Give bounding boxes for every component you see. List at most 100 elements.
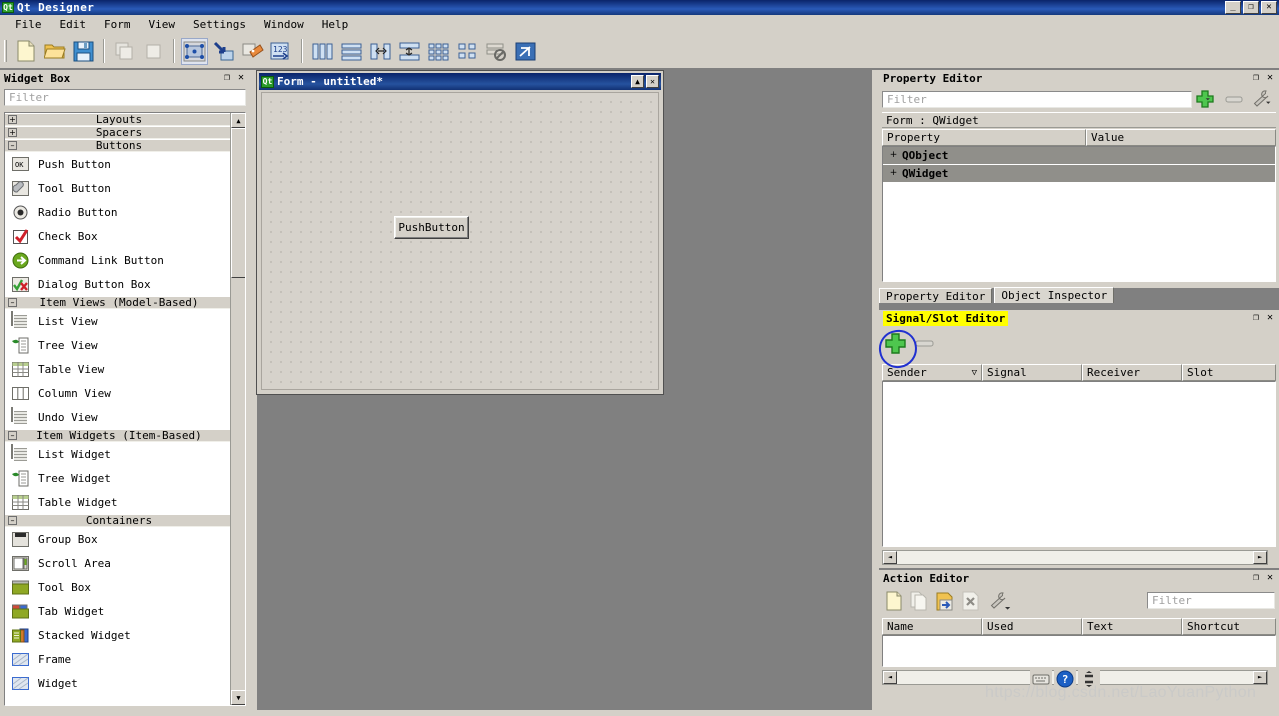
help-icon[interactable]: ?: [1054, 670, 1076, 688]
collapse-icon[interactable]: –: [8, 516, 17, 525]
hscroll-track[interactable]: [897, 551, 1253, 564]
widget-item-tool-box[interactable]: Tool Box: [5, 575, 230, 599]
widget-item-widget[interactable]: Widget: [5, 671, 230, 695]
menu-file[interactable]: File: [6, 16, 51, 33]
signal-slot-table-body[interactable]: [882, 381, 1276, 547]
menu-window[interactable]: Window: [255, 16, 313, 33]
scroll-down-arrow-icon[interactable]: ▼: [231, 690, 245, 705]
restore-button[interactable]: ❐: [1243, 1, 1259, 14]
form-window[interactable]: Qt Form - untitled* ▲ ✕ PushButton: [257, 71, 663, 394]
property-group-row[interactable]: + QWidget: [883, 165, 1275, 183]
layout-splitter-vertical-icon[interactable]: [396, 38, 423, 65]
menu-settings[interactable]: Settings: [184, 16, 255, 33]
slot-column-header[interactable]: Slot: [1182, 364, 1276, 381]
widget-item-command-link-button[interactable]: Command Link Button: [5, 248, 230, 272]
widget-category-item-views[interactable]: – Item Views (Model-Based): [5, 296, 230, 309]
remove-signal-slot-button[interactable]: [911, 333, 939, 353]
action-editor-close-button[interactable]: ✕: [1267, 573, 1273, 583]
scroll-left-arrow-icon[interactable]: ◄: [883, 671, 897, 684]
layout-horizontally-icon[interactable]: [309, 38, 336, 65]
widget-item-tab-widget[interactable]: Tab Widget: [5, 599, 230, 623]
form-pushbutton-widget[interactable]: PushButton: [394, 216, 469, 239]
edit-buddies-icon[interactable]: [239, 38, 266, 65]
edit-widgets-icon[interactable]: [181, 37, 208, 65]
new-form-icon[interactable]: [12, 38, 39, 65]
widget-item-list-view[interactable]: List View: [5, 309, 230, 333]
sender-column-header[interactable]: Sender ▽: [882, 364, 982, 381]
form-close-button[interactable]: ✕: [646, 75, 659, 88]
scroll-left-arrow-icon[interactable]: ◄: [883, 551, 897, 564]
new-action-icon[interactable]: [885, 591, 903, 614]
property-column-header[interactable]: Property: [882, 129, 1086, 146]
name-column-header[interactable]: Name: [882, 618, 982, 635]
property-editor-float-button[interactable]: ❐: [1253, 73, 1259, 83]
signal-slot-hscrollbar[interactable]: ◄ ►: [882, 550, 1268, 565]
menu-edit[interactable]: Edit: [51, 16, 96, 33]
property-editor-close-button[interactable]: ✕: [1267, 73, 1273, 83]
edit-tab-order-icon[interactable]: 123: [268, 38, 295, 65]
layout-grid-icon[interactable]: [425, 38, 452, 65]
widget-item-undo-view[interactable]: Undo View: [5, 405, 230, 429]
tab-object-inspector[interactable]: Object Inspector: [994, 287, 1115, 303]
edit-action-icon[interactable]: [987, 591, 1011, 614]
copy-action-icon[interactable]: [909, 591, 929, 614]
undo-icon[interactable]: [111, 38, 138, 65]
open-form-icon[interactable]: [41, 38, 68, 65]
collapse-icon[interactable]: –: [8, 298, 17, 307]
add-property-button[interactable]: [1192, 89, 1220, 109]
collapse-icon[interactable]: –: [8, 431, 17, 440]
paste-action-icon[interactable]: [935, 591, 955, 614]
widget-category-layouts[interactable]: + Layouts: [5, 113, 230, 126]
expander-icon[interactable]: +: [889, 169, 898, 178]
action-editor-float-button[interactable]: ❐: [1253, 573, 1259, 583]
scrollbar-thumb[interactable]: [231, 128, 245, 278]
widget-item-dialog-button-box[interactable]: Dialog Button Box: [5, 272, 230, 296]
widget-item-radio-button[interactable]: Radio Button: [5, 200, 230, 224]
widget-category-containers[interactable]: – Containers: [5, 514, 230, 527]
expander-icon[interactable]: +: [8, 128, 17, 137]
action-filter-input[interactable]: Filter: [1147, 592, 1275, 609]
expander-icon[interactable]: +: [889, 151, 898, 160]
widget-item-stacked-widget[interactable]: Stacked Widget: [5, 623, 230, 647]
save-form-icon[interactable]: [70, 38, 97, 65]
widget-item-tree-view[interactable]: Tree View: [5, 333, 230, 357]
adjust-size-icon[interactable]: [512, 38, 539, 65]
widget-item-tool-button[interactable]: Tool Button: [5, 176, 230, 200]
expander-icon[interactable]: +: [8, 115, 17, 124]
spinner-icon[interactable]: [1078, 670, 1100, 688]
widget-item-column-view[interactable]: Column View: [5, 381, 230, 405]
keyboard-icon[interactable]: [1030, 670, 1052, 688]
form-maximize-button[interactable]: ▲: [631, 75, 644, 88]
value-column-header[interactable]: Value: [1086, 129, 1276, 146]
menu-view[interactable]: View: [140, 16, 185, 33]
menu-form[interactable]: Form: [95, 16, 140, 33]
widget-item-tree-widget[interactable]: Tree Widget: [5, 466, 230, 490]
signal-slot-close-button[interactable]: ✕: [1267, 313, 1273, 323]
widget-category-spacers[interactable]: + Spacers: [5, 126, 230, 139]
scroll-right-arrow-icon[interactable]: ►: [1253, 551, 1267, 564]
widget-category-item-widgets[interactable]: – Item Widgets (Item-Based): [5, 429, 230, 442]
widget-box-scrollbar[interactable]: ▲ ▼: [230, 113, 245, 705]
action-table-body[interactable]: [882, 635, 1276, 667]
toolbar-grip[interactable]: [4, 40, 7, 62]
layout-splitter-horizontal-icon[interactable]: [367, 38, 394, 65]
property-filter-input[interactable]: Filter: [882, 90, 1192, 108]
add-signal-slot-button[interactable]: [883, 333, 911, 354]
scroll-right-arrow-icon[interactable]: ►: [1253, 671, 1267, 684]
signal-slot-float-button[interactable]: ❐: [1253, 313, 1259, 323]
close-button[interactable]: ✕: [1261, 1, 1277, 14]
layout-form-icon[interactable]: [454, 38, 481, 65]
form-design-canvas[interactable]: PushButton: [261, 92, 659, 390]
widget-box-float-button[interactable]: ❐: [224, 73, 230, 83]
widget-item-scroll-area[interactable]: Scroll Area: [5, 551, 230, 575]
form-window-titlebar[interactable]: Qt Form - untitled* ▲ ✕: [259, 73, 661, 90]
widget-item-group-box[interactable]: Group Box: [5, 527, 230, 551]
widget-item-check-box[interactable]: Check Box: [5, 224, 230, 248]
widget-box-filter-input[interactable]: Filter: [4, 89, 246, 106]
widget-item-table-view[interactable]: Table View: [5, 357, 230, 381]
shortcut-column-header[interactable]: Shortcut: [1182, 618, 1276, 635]
redo-icon[interactable]: [140, 38, 167, 65]
layout-vertically-icon[interactable]: [338, 38, 365, 65]
minimize-button[interactable]: _: [1225, 1, 1241, 14]
widget-item-frame[interactable]: Frame: [5, 647, 230, 671]
